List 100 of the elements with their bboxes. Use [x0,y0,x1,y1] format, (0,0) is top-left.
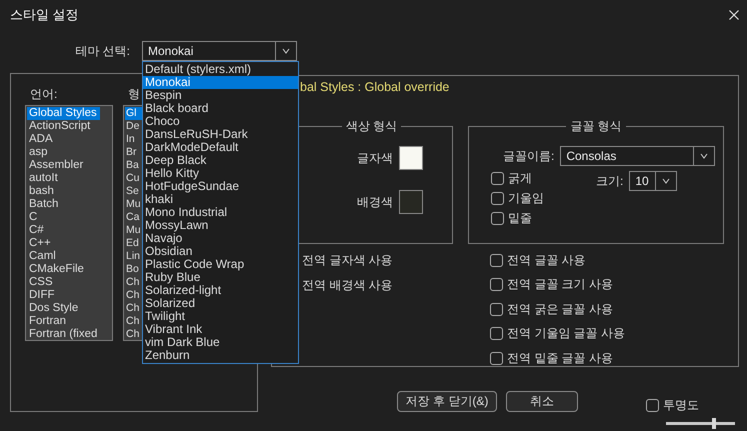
list-item[interactable]: Mu [125,224,142,237]
list-item[interactable]: CMakeFile [27,263,100,276]
list-item[interactable]: Assembler [27,159,100,172]
list-item[interactable]: Ch [125,276,142,289]
checkbox[interactable] [490,278,503,291]
group-title: 색상 형식 [342,119,402,133]
dropdown-option[interactable]: DansLeRuSH-Dark [143,128,298,141]
checkbox-label: 전역 밑줄 글꼴 사용 [507,350,614,366]
list-item[interactable]: autoIt [27,172,100,185]
dropdown-option[interactable]: Monokai [143,76,298,89]
color-swatch[interactable] [399,190,423,214]
checkbox-label: 전역 글꼴 크기 사용 [507,276,614,293]
theme-label: 테마 선택: [74,42,130,60]
color-swatch[interactable] [399,146,423,170]
dropdown-option[interactable]: Twilight [143,310,298,323]
list-item[interactable]: Fortran [27,315,100,328]
list-item[interactable]: ActionScript [27,120,100,133]
checkbox-label: 굵게 [508,170,532,186]
dropdown-option[interactable]: khaki [143,193,298,206]
font-dropdown[interactable]: Consolas [560,146,716,166]
list-item[interactable]: Batch [27,198,100,211]
list-item[interactable]: De [125,120,142,133]
list-item[interactable]: Ca [125,211,142,224]
dropdown-option[interactable]: Default (stylers.xml) [143,63,298,76]
font-name-label: 글꼴이름: [503,148,554,164]
list-item[interactable]: C [27,211,100,224]
dropdown-option[interactable]: HotFudgeSundae [143,180,298,193]
checkbox-label: 전역 글자색 사용 [302,252,394,269]
list-item[interactable]: Br [125,146,142,159]
swatch-label: 글자색 [357,150,393,166]
dropdown-option[interactable]: Bespin [143,89,298,102]
list-item[interactable]: Bo [125,263,142,276]
dropdown-option[interactable]: Solarized [143,297,298,310]
checkbox-label: 전역 배경색 사용 [302,276,394,294]
list-item[interactable]: Ch [125,302,142,315]
list-item[interactable]: C++ [27,237,100,250]
dropdown-option[interactable]: Hello Kitty [143,167,298,180]
dropdown-option[interactable]: Black board [143,102,298,115]
list-item[interactable]: ADA [27,133,100,146]
list-item[interactable]: Ch [125,328,142,341]
list-item[interactable]: Ed [125,237,142,250]
chevron-down-icon [662,178,670,184]
list-label: 언어: [30,86,58,103]
dropdown-option[interactable]: Zenburn [143,349,298,362]
dropdown-option[interactable]: Choco [143,115,298,128]
dropdown-option[interactable]: MossyLawn [143,219,298,232]
checkbox[interactable] [490,302,503,316]
dropdown-option[interactable]: Deep Black [143,154,298,167]
list-item[interactable]: In [125,133,142,146]
checkbox-label: 밑줄 [508,210,532,226]
list-label: 형 [128,86,140,103]
cancel-button[interactable]: 취소 [506,391,578,412]
chevron-down-icon [282,48,290,54]
slider-thumb[interactable] [712,418,716,429]
list-item[interactable]: Ba [125,159,142,172]
list-item[interactable]: C# [27,224,100,237]
checkbox-label: 전역 글꼴 사용 [507,252,586,268]
dropdown-option[interactable]: DarkModeDefault [143,141,298,154]
save-close-button[interactable]: 저장 후 닫기(&) [397,391,497,412]
dropdown-option[interactable]: Plastic Code Wrap [143,258,298,271]
list-item[interactable]: Se [125,185,142,198]
swatch-label: 배경색 [357,194,393,210]
checkbox[interactable] [646,398,659,412]
dropdown-option[interactable]: Ruby Blue [143,271,298,284]
dropdown-option[interactable]: Obsidian [143,245,298,258]
checkbox[interactable] [491,192,504,204]
chevron-down-icon [700,153,708,159]
dropdown-option[interactable]: Navajo [143,232,298,245]
checkbox[interactable] [491,172,504,184]
dropdown-option[interactable]: Solarized-light [143,284,298,297]
style-title: bal Styles : Global override [299,80,450,96]
dropdown-option[interactable]: vim Dark Blue [143,336,298,349]
list-item[interactable]: Fortran (fixed [27,328,100,341]
checkbox-label: 투명도 [663,396,699,414]
checkbox[interactable] [490,327,503,340]
list-item[interactable]: Cu [125,172,142,185]
list-item[interactable]: Global Styles [27,107,100,120]
checkbox-label: 전역 굵은 글꼴 사용 [507,300,614,318]
list-item[interactable]: asp [27,146,100,159]
dropdown-option[interactable]: Mono Industrial [143,206,298,219]
theme-dropdown[interactable]: Monokai [142,41,297,61]
list-item[interactable]: CSS [27,276,100,289]
list-item[interactable]: bash [27,185,100,198]
list-item[interactable]: Gl [125,107,142,120]
checkbox[interactable] [490,352,503,364]
checkbox[interactable] [491,212,504,224]
checkbox[interactable] [490,254,503,266]
list-item[interactable]: Ch [125,289,142,302]
list-item[interactable]: Ch [125,315,142,328]
list-item[interactable]: Caml [27,250,100,263]
list-item[interactable]: DIFF [27,289,100,302]
checkbox-label: 기울임 [508,190,544,206]
group-title: 글꼴 형식 [566,119,626,133]
dropdown-option[interactable]: Vibrant Ink [143,323,298,336]
size-dropdown[interactable]: 10 [629,171,678,191]
list-item[interactable]: Mu [125,198,142,211]
window-title: 스타일 설정 [10,6,79,24]
close-icon[interactable] [729,10,739,20]
list-item[interactable]: Dos Style [27,302,100,315]
list-item[interactable]: Lin [125,250,142,263]
